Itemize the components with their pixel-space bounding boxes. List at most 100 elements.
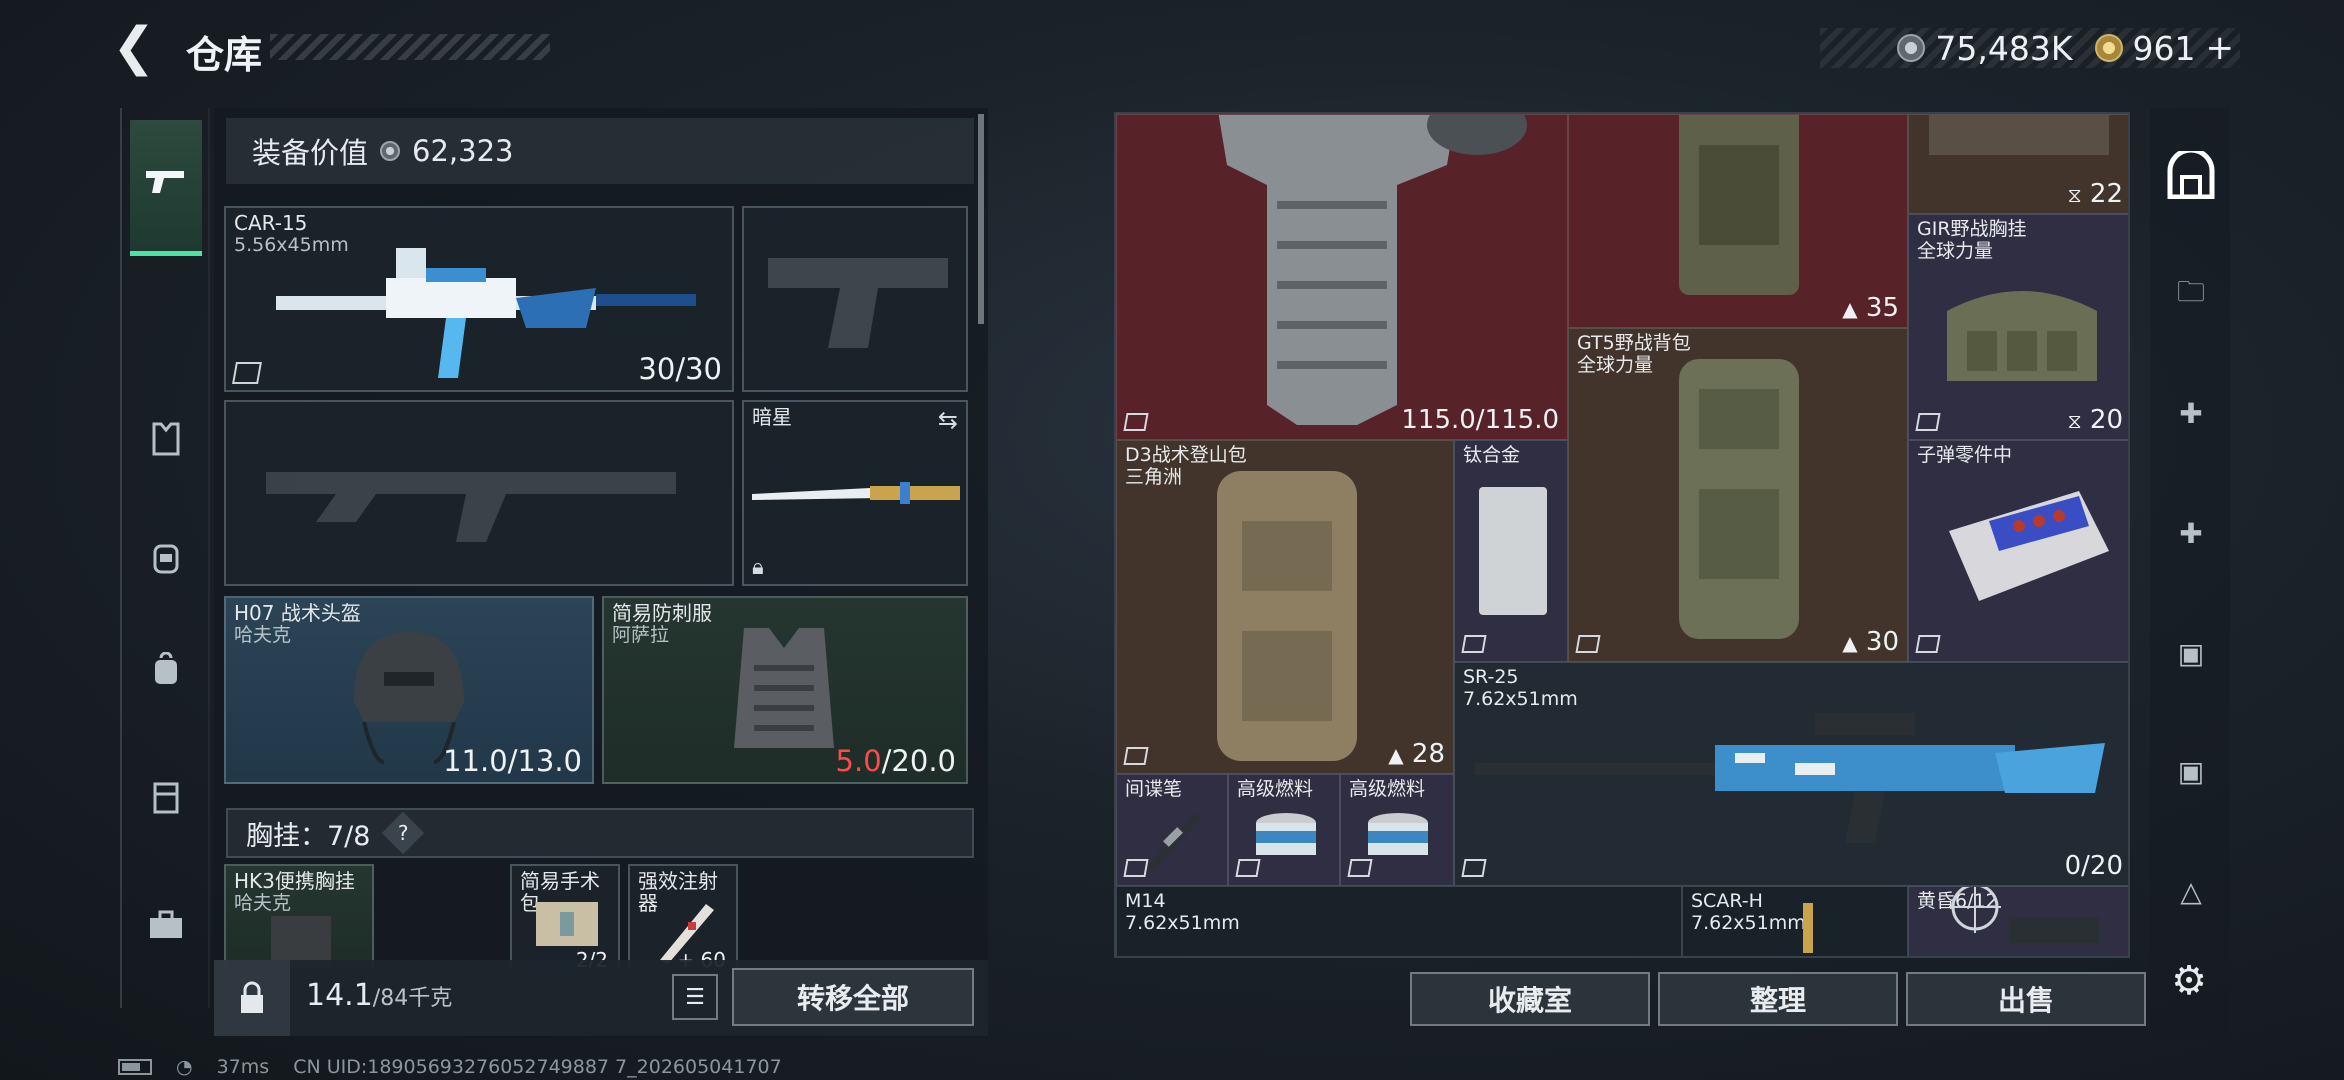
tab-medical[interactable]: ✚	[2164, 386, 2218, 440]
stash-item-ammo-parts[interactable]: 子弹零件中	[1908, 440, 2128, 662]
scar-h-caliber: 7.62x51mm	[1691, 912, 1806, 934]
d3-backpack-image	[1217, 471, 1357, 761]
stash-item-armor-vest[interactable]: 115.0/115.0	[1116, 114, 1568, 440]
tab-medical-iv[interactable]: ✚	[2164, 506, 2218, 560]
insured-icon	[1461, 859, 1487, 877]
chest-rig-slot[interactable]: HK3便携胸挂 哈夫克	[224, 864, 374, 968]
silver-coin-icon	[380, 141, 401, 161]
stash-item-fuel-1[interactable]: 高级燃料	[1228, 774, 1340, 886]
knife-image	[752, 482, 960, 504]
stash-item-sr25[interactable]: SR-25 7.62x51mm 0/20	[1454, 662, 2128, 886]
rig-mini-icon: ⧖	[2067, 183, 2082, 207]
currency-bar: 75,483K 961 +	[1820, 28, 2240, 68]
pistol-slot[interactable]	[742, 206, 968, 392]
backpack-icon	[151, 651, 181, 695]
tab-weapons[interactable]	[130, 120, 202, 256]
helmet-name: H07 战术头盔	[234, 601, 361, 625]
ammo-parts-image	[1949, 491, 2109, 601]
sr25-ammo: 0/20	[2064, 851, 2123, 881]
wifi-icon: ◔	[176, 1056, 193, 1078]
stash-item-fuel-2[interactable]: 高级燃料	[1340, 774, 1454, 886]
pistol-icon	[144, 166, 188, 206]
weight-max: /84千克	[372, 986, 453, 1011]
tab-all-storage[interactable]	[2164, 148, 2218, 202]
weight-value: 14.1	[306, 978, 373, 1013]
armor-maker: 阿萨拉	[612, 624, 670, 646]
tab-helmet[interactable]	[130, 516, 202, 606]
swap-icon[interactable]: ⇆	[938, 406, 958, 434]
stash-item-titanium[interactable]: 钛合金	[1454, 440, 1568, 662]
insured-icon	[1235, 859, 1261, 877]
armor-durability-max: /20.0	[881, 744, 956, 778]
list-view-button[interactable]: ☰	[672, 974, 718, 1020]
tab-armor[interactable]	[130, 398, 202, 488]
tab-vault-v[interactable]: ▣	[2164, 626, 2218, 680]
insured-icon	[1461, 635, 1487, 653]
insured-icon	[1123, 413, 1149, 431]
melee-slot[interactable]: 暗星 ⇆ 🔒︎	[742, 400, 968, 586]
vault-v-icon: ▣	[2177, 636, 2205, 670]
gear-icon: ⚙	[2171, 958, 2207, 1004]
fuel-can-image	[1368, 813, 1428, 855]
gold-currency[interactable]: 961 +	[2094, 28, 2235, 68]
tab-rig[interactable]	[130, 756, 202, 846]
back-button[interactable]: ❮	[112, 21, 162, 73]
collection-room-button[interactable]: 收藏室	[1410, 972, 1650, 1026]
armor-vest-image	[1218, 115, 1527, 425]
tab-vault-v2[interactable]: ▣	[2164, 744, 2218, 798]
spy-pen-name: 间谍笔	[1125, 778, 1183, 800]
tab-backpack[interactable]	[130, 628, 202, 718]
equipment-value-label: 装备价值	[252, 136, 369, 170]
stash-item-gir-rig[interactable]: GIR野战胸挂 全球力量 ⧖ 20	[1908, 214, 2128, 440]
scar-h-name: SCAR-H	[1691, 890, 1763, 912]
primary-weapon-slot[interactable]: CAR-15 5.56x45mm 30/30	[224, 206, 734, 392]
stash-item-gt5-backpack[interactable]: GT5野战背包 全球力量 ▲ 30	[1568, 328, 1908, 662]
injector-slot[interactable]: 强效注射器 + 60	[628, 864, 738, 968]
stash-item-spy-pen[interactable]: 间谍笔	[1116, 774, 1228, 886]
lock-loadout-button[interactable]	[214, 960, 290, 1036]
insured-icon	[1123, 747, 1149, 765]
backpack-image	[1679, 115, 1799, 295]
armor-name: 简易防刺服	[612, 601, 712, 625]
map-icon: △	[2180, 874, 2202, 908]
gt5-count: ▲ 30	[1842, 627, 1899, 657]
carry-weight: 14.1/84千克	[306, 978, 452, 1013]
help-icon[interactable]: ?	[382, 811, 425, 855]
lock-icon: 🔒︎	[752, 555, 764, 580]
equipment-value: 62,323	[412, 134, 514, 168]
first-aid-kit-slot[interactable]: 简易手术包 2/2	[510, 864, 620, 968]
top-bar: ❮ 仓库 75,483K 961 +	[0, 0, 2344, 100]
stash-item-rig-top[interactable]: ⧖ 22	[1908, 114, 2128, 214]
helmet-icon	[151, 540, 181, 583]
chest-rig-capacity: 胸挂：7/8	[246, 820, 371, 852]
armor-icon	[151, 422, 181, 465]
vault-v2-icon: ▣	[2177, 754, 2205, 788]
titanium-image	[1479, 487, 1547, 615]
gir-name: GIR野战胸挂	[1917, 218, 2027, 240]
padlock-icon	[241, 981, 263, 1013]
settings-button[interactable]: ⚙	[2162, 954, 2216, 1008]
transfer-all-button[interactable]: 转移全部	[732, 968, 974, 1026]
helmet-maker: 哈夫克	[234, 624, 292, 646]
sell-button[interactable]: 出售	[1906, 972, 2146, 1026]
tab-map[interactable]: △	[2164, 864, 2218, 918]
armor-slot[interactable]: 简易防刺服 阿萨拉 5.0/20.0	[602, 596, 968, 784]
add-currency-button[interactable]: +	[2206, 28, 2235, 68]
secondary-weapon-slot[interactable]	[224, 400, 734, 586]
fuel-2-name: 高级燃料	[1349, 778, 1426, 800]
helmet-slot[interactable]: H07 战术头盔 哈夫克 11.0/13.0	[224, 596, 594, 784]
stash-item-scope[interactable]: 黄昏6/12	[1908, 886, 2128, 956]
stash-item-scar-h[interactable]: SCAR-H 7.62x51mm	[1682, 886, 1908, 956]
melee-name: 暗星	[752, 405, 792, 429]
stash-item-d3-backpack[interactable]: D3战术登山包 三角洲 ▲ 28	[1116, 440, 1454, 774]
chest-rig-header: 胸挂：7/8 ?	[226, 808, 974, 858]
ammo-parts-name: 子弹零件中	[1917, 444, 2013, 466]
gir-count: ⧖ 20	[2067, 405, 2123, 435]
stash-item-m14[interactable]: M14 7.62x51mm	[1116, 886, 1682, 956]
chevron-left-icon: ❮	[112, 17, 156, 77]
tab-case[interactable]	[130, 884, 202, 974]
tab-folder[interactable]: 🗀︎	[2164, 268, 2218, 322]
organize-button[interactable]: 整理	[1658, 972, 1898, 1026]
scrollbar[interactable]	[978, 114, 984, 324]
stash-item-backpack[interactable]: ▲ 35	[1568, 114, 1908, 328]
